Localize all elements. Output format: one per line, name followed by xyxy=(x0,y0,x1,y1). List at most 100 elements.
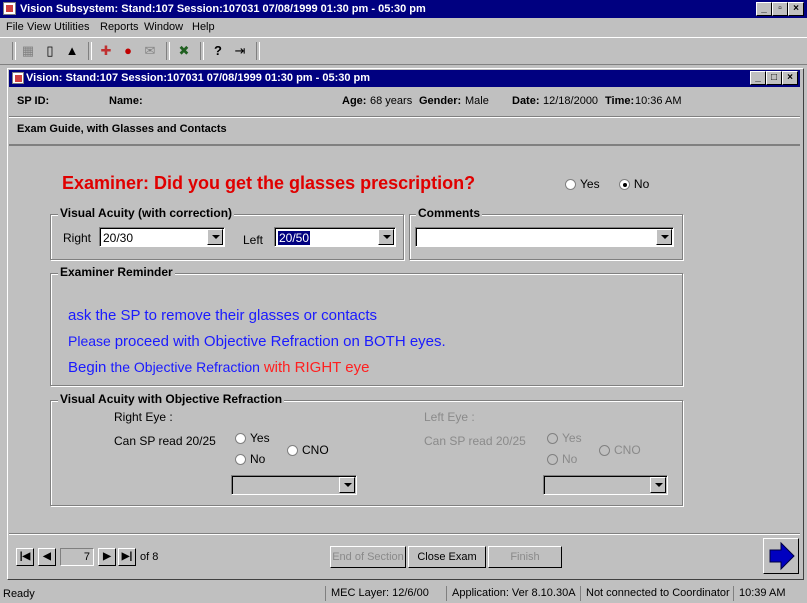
left-objective-select xyxy=(543,475,668,495)
restore-button[interactable]: ▫ xyxy=(772,2,788,16)
left-eye-label: Left Eye : xyxy=(424,410,475,424)
radio-icon xyxy=(547,433,558,445)
sp-id-label: SP ID: xyxy=(17,95,50,107)
left-yes-option: Yes xyxy=(547,431,582,445)
status-clock: 10:39 AM xyxy=(733,586,785,601)
end-of-section-button: End of Section xyxy=(330,546,406,568)
radio-icon xyxy=(599,445,610,457)
right-label: Right xyxy=(63,231,92,245)
footer-divider xyxy=(9,533,800,535)
reminder-line-2: Please proceed with Objective Refraction… xyxy=(68,333,446,350)
right-can-read-label: Can SP read 20/25 xyxy=(114,434,216,448)
menu-utilities[interactable]: Utilities xyxy=(54,21,89,33)
glasses-question: Examiner: Did you get the glasses prescr… xyxy=(62,173,476,193)
status-connection: Not connected to Coordinator xyxy=(580,586,730,601)
age-value: 68 years xyxy=(370,95,413,107)
child-title-bar[interactable]: Vision: Stand:107 Session:107031 07/08/1… xyxy=(9,70,800,87)
left-acuity-select[interactable]: 20/50 xyxy=(274,227,396,247)
app-icon[interactable] xyxy=(3,2,16,15)
menu-reports[interactable]: Reports xyxy=(100,21,139,33)
section-title: Exam Guide, with Glasses and Contacts xyxy=(17,123,227,135)
gender-label: Gender: xyxy=(419,95,462,107)
objective-title: Visual Acuity with Objective Refraction xyxy=(58,392,285,406)
section-header: Exam Guide, with Glasses and Contacts xyxy=(9,117,800,146)
child-maximize-button[interactable]: □ xyxy=(766,71,782,85)
child-title: Vision: Stand:107 Session:107031 07/08/1… xyxy=(26,72,371,84)
app-title-bar[interactable]: Vision Subsystem: Stand:107 Session:1070… xyxy=(0,0,807,18)
participant-header: SP ID: Name: Age: 68 years Gender: Male … xyxy=(9,88,800,117)
child-minimize-button[interactable]: _ xyxy=(750,71,766,85)
glasses-question-options: Yes No xyxy=(565,177,649,191)
chevron-down-icon[interactable] xyxy=(207,229,223,245)
send-icon: ✉ xyxy=(144,43,156,58)
disabled-tool-icon: ▦ xyxy=(21,43,35,58)
radio-icon[interactable] xyxy=(287,445,298,457)
reminder-line-2-prefix: Please xyxy=(68,333,115,349)
radio-icon[interactable] xyxy=(565,179,576,191)
exit-icon[interactable]: ⇥ xyxy=(230,41,250,61)
status-mec-layer: MEC Layer: 12/6/00 xyxy=(325,586,429,601)
age-label: Age: xyxy=(342,95,367,107)
toolbar: ▦ ▯ ▲ ✚ ● ✉ ✖ ? ⇥ xyxy=(0,37,807,65)
right-cno-option[interactable]: CNO xyxy=(287,443,329,457)
left-label: Left xyxy=(243,233,264,247)
last-page-icon[interactable]: ▶| xyxy=(118,548,136,566)
right-yes-option[interactable]: Yes xyxy=(235,431,270,445)
child-close-button[interactable]: × xyxy=(782,71,798,85)
next-page-icon[interactable]: ▶ xyxy=(98,548,116,566)
menu-file[interactable]: File xyxy=(6,21,24,33)
glasses-no-option[interactable]: No xyxy=(618,177,649,191)
right-eye-label: Right Eye : xyxy=(114,410,173,424)
exam-icon[interactable]: ✚ xyxy=(96,41,116,61)
status-ready: Ready xyxy=(3,588,35,600)
right-no-option[interactable]: No xyxy=(235,452,265,466)
right-acuity-select[interactable]: 20/30 xyxy=(99,227,225,247)
radio-selected-icon[interactable] xyxy=(618,179,630,191)
menu-bar: File View Utilities Reports Window Help xyxy=(0,18,807,36)
date-value: 12/18/2000 xyxy=(543,95,599,107)
toolbar-separator xyxy=(200,42,204,60)
date-label: Date: xyxy=(512,95,540,107)
left-no-option: No xyxy=(547,452,577,466)
tools-icon[interactable]: ✖ xyxy=(174,41,194,61)
previous-page-icon[interactable]: ◀ xyxy=(38,548,56,566)
first-page-icon[interactable]: |◀ xyxy=(16,548,34,566)
toolbar-separator xyxy=(256,42,260,60)
reminder-line-3: Begin the Objective Refraction with RIGH… xyxy=(68,359,369,376)
right-objective-select[interactable] xyxy=(231,475,357,495)
menu-window[interactable]: Window xyxy=(144,21,183,33)
chevron-down-icon[interactable] xyxy=(339,477,355,493)
minimize-button[interactable]: _ xyxy=(756,2,772,16)
arrow-right-icon xyxy=(769,541,795,571)
finish-button: Finish xyxy=(488,546,562,568)
close-exam-button[interactable]: Close Exam xyxy=(408,546,486,568)
document-icon[interactable]: ▯ xyxy=(40,41,60,61)
radio-icon[interactable] xyxy=(235,454,246,466)
reminder-line-3-suffix: with RIGHT eye xyxy=(263,359,370,376)
chevron-down-icon xyxy=(650,477,666,493)
name-label: Name: xyxy=(109,95,143,107)
toolbar-separator xyxy=(166,42,170,60)
reminder-title: Examiner Reminder xyxy=(58,265,175,279)
chevron-down-icon[interactable] xyxy=(378,229,394,245)
reminder-line-3-prefix: Begin xyxy=(68,359,111,376)
page-number-input[interactable]: 7 xyxy=(60,548,94,566)
open-icon[interactable]: ▲ xyxy=(62,41,82,61)
radio-icon[interactable] xyxy=(235,433,246,445)
visual-acuity-title: Visual Acuity (with correction) xyxy=(58,206,235,220)
close-button[interactable]: × xyxy=(788,2,804,16)
glasses-yes-option[interactable]: Yes xyxy=(565,177,600,191)
toolbar-separator xyxy=(12,42,16,60)
app-title: Vision Subsystem: Stand:107 Session:1070… xyxy=(20,3,426,15)
stop-icon[interactable]: ● xyxy=(118,41,138,61)
status-application: Application: Ver 8.10.30A xyxy=(446,586,576,601)
child-app-icon[interactable] xyxy=(12,72,24,84)
menu-view[interactable]: View xyxy=(27,21,51,33)
next-section-button[interactable] xyxy=(763,538,799,574)
comments-select[interactable] xyxy=(415,227,674,247)
help-icon[interactable]: ? xyxy=(208,41,228,61)
radio-icon xyxy=(547,454,558,466)
menu-help[interactable]: Help xyxy=(192,21,215,33)
right-acuity-value: 20/30 xyxy=(103,231,134,245)
chevron-down-icon[interactable] xyxy=(656,229,672,245)
